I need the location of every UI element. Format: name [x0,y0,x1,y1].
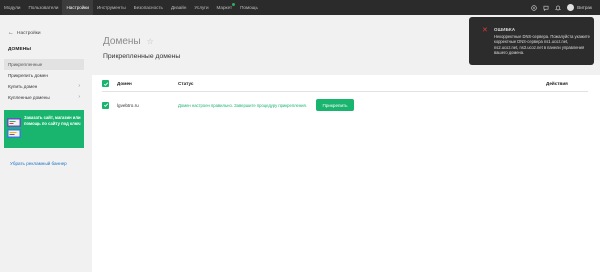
column-header-status: Статус [178,81,194,86]
user-name: Витрак [577,5,592,10]
row-checkbox[interactable] [102,101,109,109]
sidebar-item-label: Прикрепленные [8,62,43,67]
column-header-actions: Действия [546,81,568,86]
error-notification: ✕ ОШИБКА Некорректные DNS-сервера. Пожал… [469,17,594,65]
nav-item-market-label: Маркет [216,5,233,10]
chevron-right-icon: › [78,94,80,100]
avatar [567,4,575,11]
nav-item-modules[interactable]: Модули [0,0,24,15]
status-cell: Домен настроен правильно. Завершите проц… [178,103,307,108]
nav-item-users[interactable]: Пользователи [24,0,62,15]
notification-message: Некорректные DNS-сервера. Пожалуйста ука… [494,34,590,55]
column-header-domain: Домен [117,81,132,86]
domains-table-panel: Домен Статус Действия lgvebtro.ru Домен … [92,75,600,272]
table-row: lgvebtro.ru Домен настроен правильно. За… [102,99,588,113]
chevron-right-icon: › [78,83,80,89]
nav-item-settings[interactable]: Настройки [62,0,93,15]
plus-circle-icon[interactable] [528,0,540,15]
promo-illustration-icon [7,118,21,138]
promo-banner[interactable]: Заказать сайт, магазин или помощь по сай… [4,110,84,148]
sidebar: ← Настройки ДОМЕНЫ Прикрепленные Прикреп… [0,15,88,272]
notification-title: ОШИБКА [494,27,516,32]
back-to-settings-link[interactable]: ← Настройки [8,30,41,36]
sidebar-section-title: ДОМЕНЫ [8,47,32,52]
back-link-label: Настройки [17,30,41,36]
nav-item-design[interactable]: Дизайн [167,0,190,15]
sidebar-item-buy-domain[interactable]: Купить домен › [4,81,84,92]
check-icon [103,81,108,86]
sidebar-item-attached[interactable]: Прикрепленные [4,59,84,70]
nav-item-services[interactable]: Услуги [190,0,212,15]
sidebar-item-label: Прикрепить домен [8,73,48,78]
domain-name-cell: lgvebtro.ru [117,103,139,108]
new-badge-dot [232,3,236,6]
chat-icon[interactable] [540,0,552,15]
sidebar-item-attach-domain[interactable]: Прикрепить домен [4,70,84,81]
sidebar-item-bought-domains[interactable]: Купленные домены › [4,92,84,103]
page-subtitle: Прикрепленные домены [103,53,181,60]
bell-icon[interactable] [552,0,564,15]
page-title: Домены ☆ [103,36,154,47]
remove-banner-link[interactable]: Убрать рекламный баннер [10,161,67,166]
promo-text: Заказать сайт, магазин или помощь по сай… [24,115,81,126]
nav-item-security[interactable]: Безопасность [130,0,167,15]
nav-item-market[interactable]: Маркет [213,0,237,15]
close-icon[interactable]: ✕ [482,26,488,34]
page-title-text: Домены [103,36,141,47]
nav-right-group: Витрак [528,0,600,15]
sidebar-item-label: Купить домен [8,84,38,89]
nav-item-tools[interactable]: Инструменты [93,0,130,15]
select-all-checkbox[interactable] [102,80,109,87]
top-nav: Модули Пользователи Настройки Инструмент… [0,0,600,15]
check-icon [103,103,108,107]
attach-button[interactable]: Прикрепить [316,99,354,111]
user-menu[interactable]: Витрак [567,4,592,11]
arrow-left-icon: ← [8,30,14,36]
star-icon[interactable]: ☆ [147,37,154,46]
header-divider [102,91,588,92]
nav-item-help[interactable]: Помощь [236,0,262,15]
sidebar-item-label: Купленные домены [8,95,50,100]
